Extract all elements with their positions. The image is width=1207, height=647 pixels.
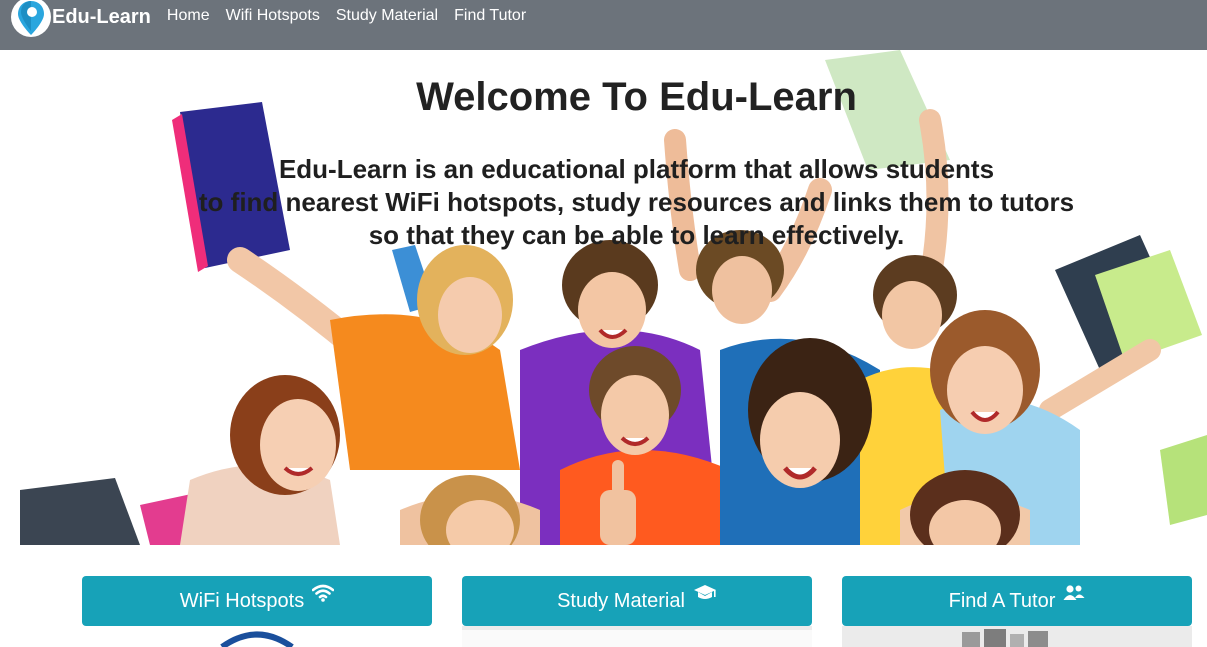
card-study-material: Study Material: [462, 576, 812, 647]
hero-image: [20, 50, 1207, 545]
find-tutor-button[interactable]: Find A Tutor: [842, 576, 1192, 626]
wifi-icon: [311, 584, 335, 608]
study-material-card-image: [462, 626, 812, 647]
wifi-card-image: [82, 626, 432, 647]
feature-cards: WiFi Hotspots Study Material Find A Tuto…: [0, 576, 1207, 647]
nav-link-wifi-hotspots[interactable]: Wifi Hotspots: [226, 7, 320, 25]
wifi-hotspots-label: WiFi Hotspots: [179, 589, 305, 612]
hero-description: Edu-Learn is an educational platform tha…: [0, 153, 1207, 252]
card-wifi-hotspots: WiFi Hotspots: [82, 576, 432, 647]
nav-link-home[interactable]: Home: [167, 7, 210, 25]
brand[interactable]: Edu-Learn: [11, 0, 151, 50]
study-material-button[interactable]: Study Material: [462, 576, 812, 626]
card-find-tutor: Find A Tutor: [842, 576, 1192, 647]
nav-links: Home Wifi Hotspots Study Material Find T…: [167, 7, 542, 25]
find-tutor-card-image: [842, 626, 1192, 647]
hero-description-line: so that they can be able to learn effect…: [368, 220, 905, 250]
users-icon: [1063, 584, 1085, 608]
navbar: Edu-Learn Home Wifi Hotspots Study Mater…: [0, 0, 1207, 50]
nav-link-study-material[interactable]: Study Material: [336, 7, 438, 25]
hero-description-line: to find nearest WiFi hotspots, study res…: [198, 187, 1075, 217]
study-material-label: Study Material: [557, 589, 685, 612]
wifi-hotspots-button[interactable]: WiFi Hotspots: [82, 576, 432, 626]
graduation-cap-icon: [693, 584, 717, 608]
brand-name: Edu-Learn: [52, 5, 151, 28]
hero-title: Welcome To Edu-Learn: [416, 75, 857, 119]
nav-link-find-tutor[interactable]: Find Tutor: [454, 7, 526, 25]
map-pin-icon: [11, 0, 51, 37]
hero-description-line: Edu-Learn is an educational platform tha…: [278, 154, 995, 184]
find-tutor-label: Find A Tutor: [948, 589, 1056, 612]
hero-section: Welcome To Edu-Learn Edu-Learn is an edu…: [0, 50, 1207, 545]
